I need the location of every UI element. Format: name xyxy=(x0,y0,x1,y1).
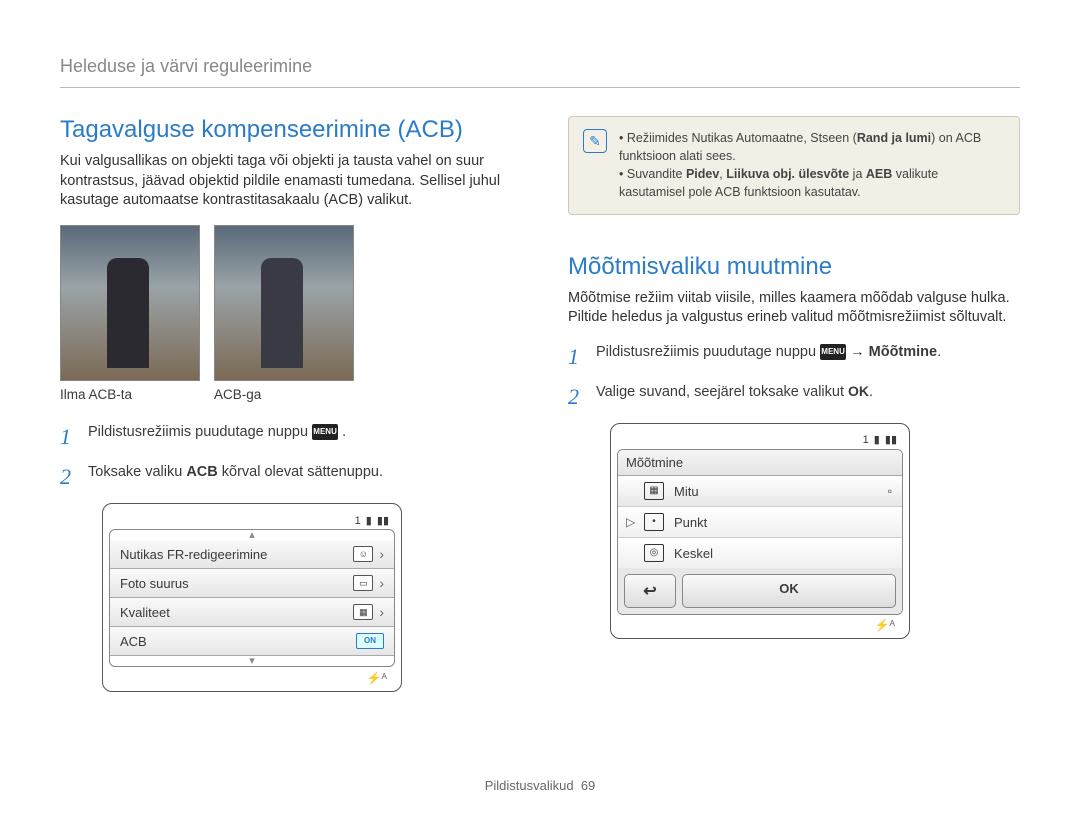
quality-icon: ▦ xyxy=(353,604,373,620)
step1-pre: Pildistusrežiimis puudutage nuppu xyxy=(596,344,820,360)
note-line-2: Suvandite Pidev, Liikuva obj. ülesvõte j… xyxy=(619,165,1005,201)
chevron-right-icon: › xyxy=(379,575,384,591)
scroll-down-icon[interactable]: ▾ xyxy=(110,656,394,666)
counter: 1 xyxy=(355,515,361,527)
caption-without-acb: Ilma ACB-ta xyxy=(60,387,200,402)
info-note: ✎ Režiimides Nutikas Automaatne, Stseen … xyxy=(568,116,1020,215)
metering-option-multi[interactable]: ▦ Mitu ▫ xyxy=(618,476,902,507)
left-column: Tagavalguse kompenseerimine (ACB) Kui va… xyxy=(60,116,512,692)
breadcrumb: Heleduse ja värvi reguleerimine xyxy=(60,56,1020,88)
ok-icon: OK xyxy=(848,383,869,399)
step1-post: . xyxy=(937,344,941,360)
step-number: 1 xyxy=(60,422,78,453)
metering-intro: Mõõtmise režiim viitab viisile, milles k… xyxy=(568,289,1020,328)
sample-with-acb xyxy=(214,225,354,381)
step-number: 1 xyxy=(568,342,586,373)
status-icons: 1 ▮ ▮▮ xyxy=(861,433,897,446)
option-label: Keskel xyxy=(674,546,713,561)
menu-row-acb[interactable]: ACB ON xyxy=(110,627,394,656)
metering-option-spot[interactable]: ▷ • Punkt xyxy=(618,507,902,538)
caption-with-acb: ACB-ga xyxy=(214,387,354,402)
step2-pre: Valige suvand, seejärel toksake valikut xyxy=(596,384,848,400)
battery-icon: ▮▮ xyxy=(885,434,897,446)
page-footer: Pildistusvalikud 69 xyxy=(0,778,1080,793)
menu-row-smart-fr[interactable]: Nutikas FR-redigeerimine ☺ › xyxy=(110,540,394,569)
ok-button[interactable]: OK xyxy=(682,574,896,608)
metering-menu-screenshot: 1 ▮ ▮▮ Mõõtmine ▦ Mitu ▫ ▷ • Punkt xyxy=(610,423,910,639)
step1-target: Mõõtmine xyxy=(869,344,937,360)
menu-row-photo-size[interactable]: Foto suurus ▭ › xyxy=(110,569,394,598)
metering-menu-header: Mõõtmine xyxy=(618,450,902,476)
step1-arrow: → xyxy=(850,344,869,360)
chevron-right-icon: › xyxy=(379,604,384,620)
back-button[interactable]: ↩ xyxy=(624,574,676,608)
footer-page: 69 xyxy=(581,778,595,793)
menu-icon: MENU xyxy=(820,344,846,360)
menu-icon: MENU xyxy=(312,424,338,440)
metering-step-2: 2 Valige suvand, seejärel toksake valiku… xyxy=(568,382,1020,413)
sample-image-pair xyxy=(60,225,512,381)
face-icon: ☺ xyxy=(353,546,373,562)
multi-icon: ▦ xyxy=(644,482,664,500)
note-line-1: Režiimides Nutikas Automaatne, Stseen (R… xyxy=(619,129,1005,165)
section-title-metering: Mõõtmisvaliku muutmine xyxy=(568,253,1020,281)
battery-icon: ▮ xyxy=(366,515,372,527)
step2-b: ACB xyxy=(186,464,217,480)
right-column: ✎ Režiimides Nutikas Automaatne, Stseen … xyxy=(568,116,1020,692)
flash-auto-icon: ⚡ᴬ xyxy=(875,618,895,632)
size-icon: ▭ xyxy=(353,575,373,591)
option-label: Mitu xyxy=(674,484,699,499)
step2-post: . xyxy=(869,384,873,400)
battery-icon: ▮▮ xyxy=(377,515,389,527)
step-number: 2 xyxy=(568,382,586,413)
option-label: Punkt xyxy=(674,515,707,530)
chevron-right-icon: › xyxy=(379,546,384,562)
battery-icon: ▮ xyxy=(874,434,880,446)
step-number: 2 xyxy=(60,462,78,493)
flash-auto-icon: ⚡ᴬ xyxy=(367,671,387,685)
center-icon: ◎ xyxy=(644,544,664,562)
menu-row-quality[interactable]: Kvaliteet ▦ › xyxy=(110,598,394,627)
sample-without-acb xyxy=(60,225,200,381)
row-label: Foto suurus xyxy=(120,576,189,591)
selected-marker-icon: ▫ xyxy=(888,484,892,498)
step1-text-post: . xyxy=(342,424,346,440)
acb-menu-screenshot: 1 ▮ ▮▮ ▴ Nutikas FR-redigeerimine ☺ › Fot… xyxy=(102,503,402,692)
scroll-up-icon[interactable]: ▴ xyxy=(110,530,394,540)
step2-a: Toksake valiku xyxy=(88,464,186,480)
current-marker-icon: ▷ xyxy=(626,515,635,529)
row-label: Kvaliteet xyxy=(120,605,170,620)
section-title-acb: Tagavalguse kompenseerimine (ACB) xyxy=(60,116,512,144)
footer-label: Pildistusvalikud xyxy=(485,778,574,793)
acb-step-1: 1 Pildistusrežiimis puudutage nuppu MENU… xyxy=(60,422,512,453)
info-icon: ✎ xyxy=(583,129,607,153)
acb-on-toggle[interactable]: ON xyxy=(356,633,384,649)
metering-option-center[interactable]: ◎ Keskel xyxy=(618,538,902,568)
step1-text-pre: Pildistusrežiimis puudutage nuppu xyxy=(88,424,312,440)
acb-intro: Kui valgusallikas on objekti taga või ob… xyxy=(60,152,512,211)
metering-step-1: 1 Pildistusrežiimis puudutage nuppu MENU… xyxy=(568,342,1020,373)
acb-step-2: 2 Toksake valiku ACB kõrval olevat sätte… xyxy=(60,462,512,493)
status-icons: 1 ▮ ▮▮ xyxy=(353,514,389,527)
row-label: ACB xyxy=(120,634,147,649)
step2-c: kõrval olevat sättenuppu. xyxy=(218,464,383,480)
spot-icon: • xyxy=(644,513,664,531)
row-label: Nutikas FR-redigeerimine xyxy=(120,547,267,562)
counter: 1 xyxy=(863,434,869,446)
